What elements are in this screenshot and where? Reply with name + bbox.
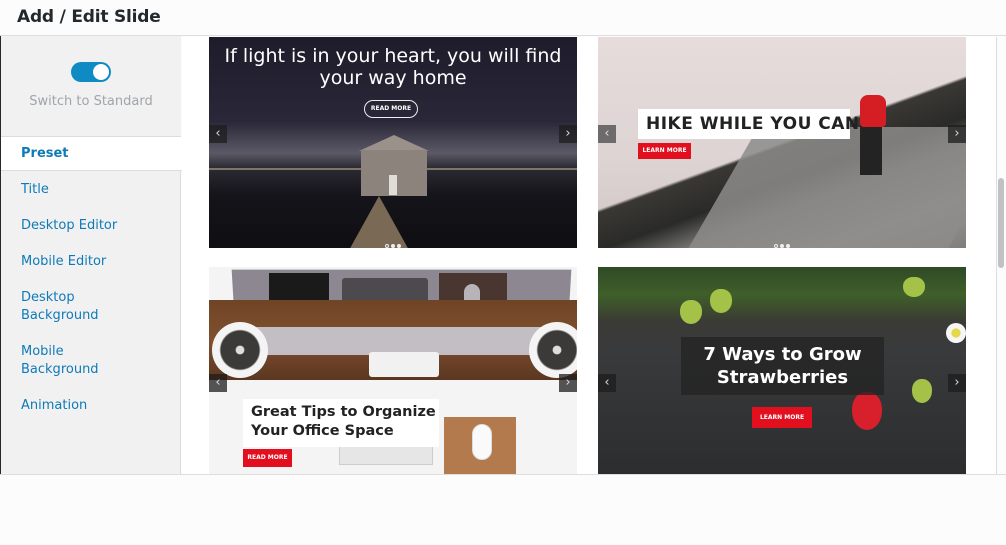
next-arrow-icon[interactable]: › [559,125,577,143]
prev-arrow-icon[interactable]: ‹ [209,374,227,392]
sidebar: Switch to Standard Preset Title Desktop … [1,36,182,474]
sidebar-item-animation[interactable]: Animation [1,397,181,415]
next-arrow-icon[interactable]: › [948,374,966,392]
sidebar-item-title[interactable]: Title [1,181,181,199]
mode-switch-panel: Switch to Standard [1,36,181,137]
green-strawberry [903,277,925,297]
window-footer [0,474,1006,545]
slide-title: Great Tips to Organize Your Office Space [251,404,436,439]
green-strawberry [710,289,732,313]
dot-1[interactable] [385,244,389,248]
page-title: Add / Edit Slide [17,7,161,27]
preset-card-hike[interactable]: HIKE WHILE YOU CAN LEARN MORE ‹ › [598,37,966,248]
sidebar-item-desktop-editor[interactable]: Desktop Editor [1,217,181,235]
preset-card-office[interactable]: Great Tips to Organize Your Office Space… [209,267,577,474]
sidebar-item-desktop-background[interactable]: Desktop Background [1,289,181,325]
sidebar-item-mobile-editor[interactable]: Mobile Editor [1,253,181,271]
dot-1[interactable] [774,244,778,248]
read-more-button[interactable]: READ MORE [364,100,418,118]
boathouse-roof [359,135,429,151]
dot-3[interactable] [786,244,790,248]
mode-toggle-switch[interactable] [71,62,111,82]
dot-2[interactable] [780,244,784,248]
next-arrow-icon[interactable]: › [559,374,577,392]
prev-arrow-icon[interactable]: ‹ [598,125,616,143]
next-arrow-icon[interactable]: › [948,125,966,143]
mode-switch-label: Switch to Standard [29,94,153,109]
slide-title: If light is in your heart, you will find… [224,45,562,89]
toggle-knob [93,64,109,80]
red-strawberry [852,392,882,430]
hiker-legs [860,125,882,175]
slide-dots [598,233,966,248]
prev-arrow-icon[interactable]: ‹ [598,374,616,392]
learn-more-button[interactable]: LEARN MORE [752,407,812,428]
slide-dots [209,233,577,248]
read-more-button[interactable]: READ MORE [243,449,292,467]
preset-card-light-heart[interactable]: If light is in your heart, you will find… [209,37,577,248]
hiker [860,95,886,127]
left-speaker [212,322,268,378]
add-edit-slide-window: Add / Edit Slide Switch to Standard Pres… [0,0,1006,545]
slide-title: 7 Ways to Grow Strawberries [703,344,862,388]
preset-gallery: If light is in your heart, you will find… [182,37,997,474]
imac-chin [234,327,544,355]
sidebar-nav: Preset Title Desktop Editor Mobile Edito… [1,137,182,415]
dot-2[interactable] [391,244,395,248]
sidebar-item-preset[interactable]: Preset [1,137,182,171]
white-mouse [472,424,492,460]
slide-title: HIKE WHILE YOU CAN [646,114,860,134]
strawberry-flower [946,323,966,343]
green-strawberry [680,300,702,324]
window-header: Add / Edit Slide [0,0,1006,36]
dot-3[interactable] [397,244,401,248]
imac-stand [369,352,439,377]
sidebar-item-mobile-background[interactable]: Mobile Background [1,343,181,379]
scrollbar-thumb[interactable] [998,178,1004,268]
green-strawberry [912,379,932,403]
prev-arrow-icon[interactable]: ‹ [209,125,227,143]
preset-card-strawberries[interactable]: 7 Ways to Grow Strawberries LEARN MORE ‹… [598,267,966,474]
learn-more-button[interactable]: LEARN MORE [638,143,691,159]
boathouse-door [389,175,397,195]
right-speaker [529,322,577,378]
